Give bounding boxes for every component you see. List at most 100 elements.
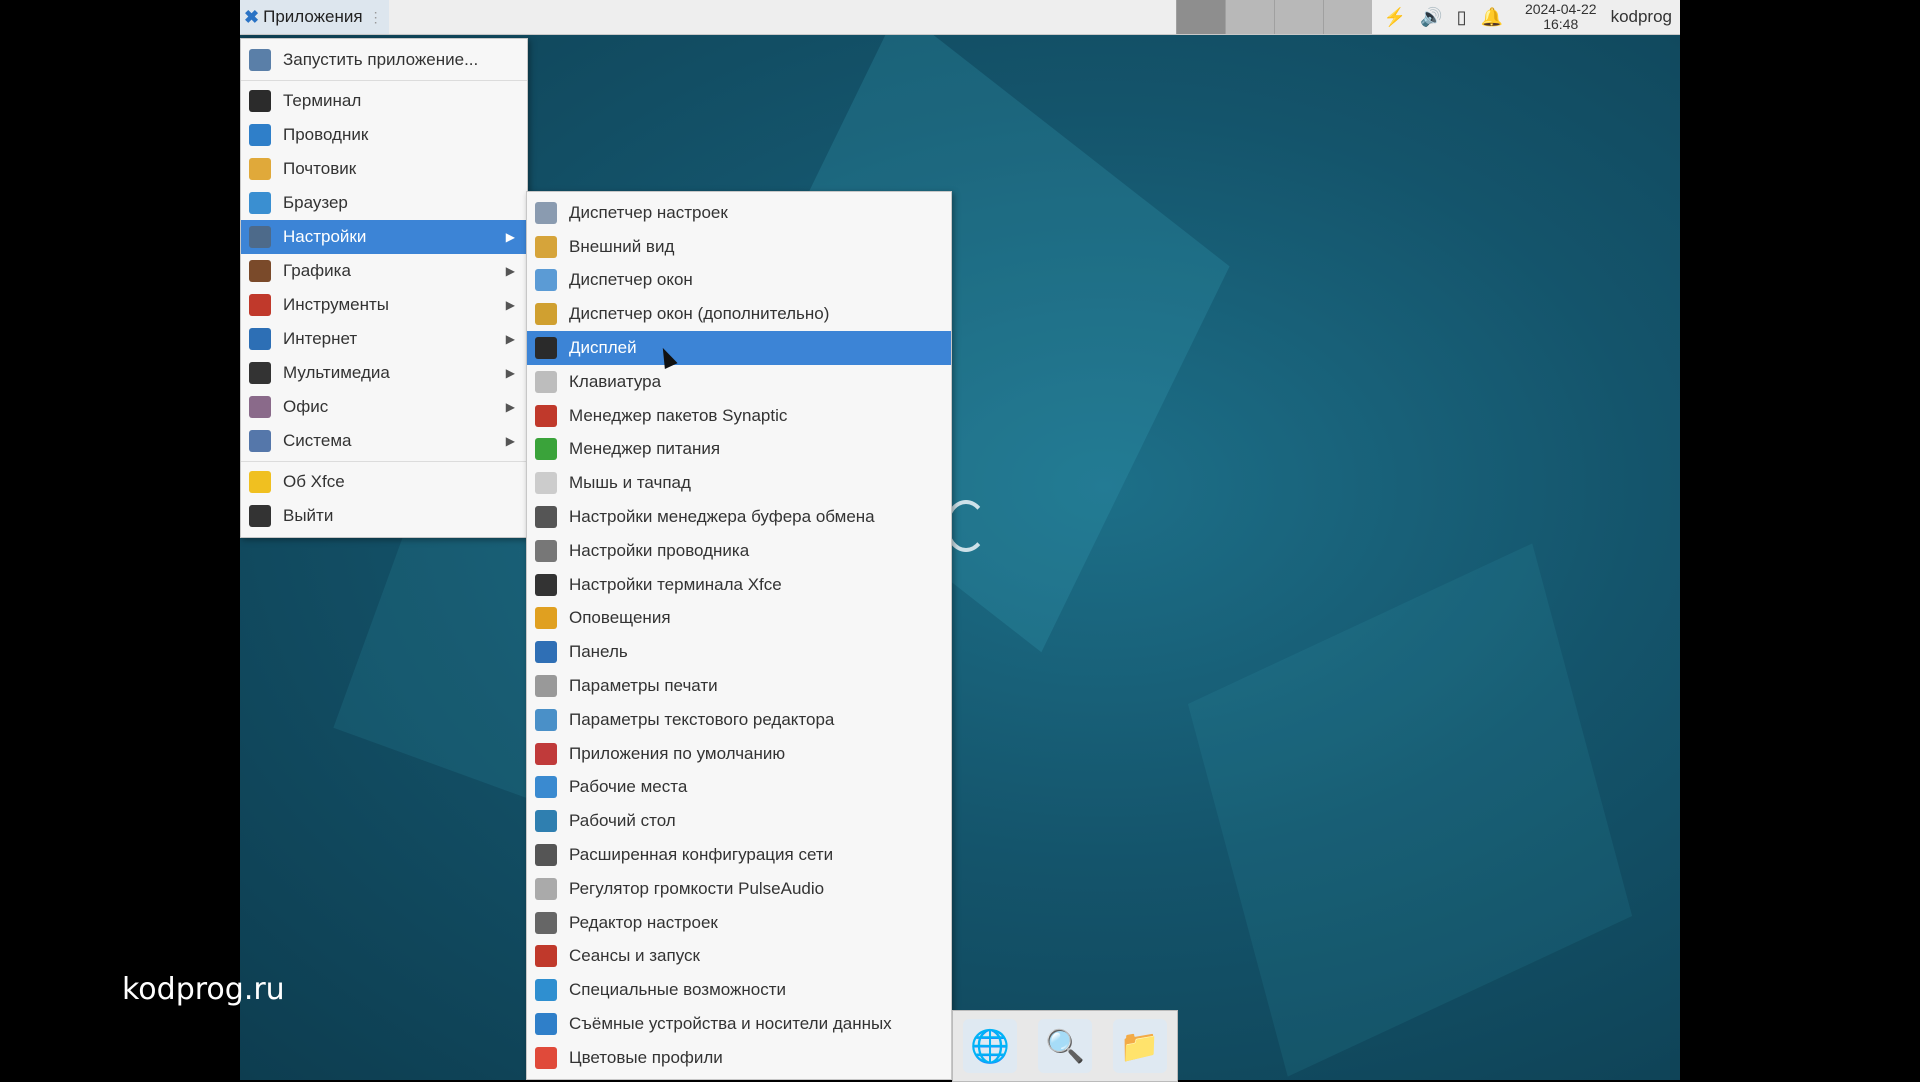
workspace-3[interactable] xyxy=(1273,0,1323,34)
submenu-arrow-icon: ▶ xyxy=(505,298,515,312)
sub-menu-item-label: Оповещения xyxy=(569,608,671,628)
submenu-arrow-icon: ▶ xyxy=(505,230,515,244)
notification-bell-icon[interactable]: 🔔 xyxy=(1481,7,1503,28)
main-menu-item[interactable]: Об Xfce xyxy=(241,465,527,499)
main-menu-item-label: Терминал xyxy=(283,91,362,110)
sub-menu-item[interactable]: Рабочие места xyxy=(527,771,951,805)
sub-menu-item-label: Внешний вид xyxy=(569,236,675,256)
sub-menu-item[interactable]: Регулятор громкости PulseAudio xyxy=(527,872,951,906)
sub-menu-item-label: Расширенная конфигурация сети xyxy=(569,845,834,865)
main-menu-item[interactable]: Проводник xyxy=(241,118,527,152)
main-menu-item[interactable]: Браузер xyxy=(241,186,527,220)
sub-menu-item[interactable]: Настройки менеджера буфера обмена xyxy=(527,500,951,534)
file-manager-launcher[interactable]: 📁 xyxy=(1112,1019,1167,1073)
applications-menu-button[interactable]: ✖ Приложения ⋮ xyxy=(240,0,389,34)
default-apps-icon xyxy=(535,742,557,765)
main-menu-item-label: Настройки xyxy=(283,227,367,246)
sub-menu-item[interactable]: Съёмные устройства и носители данных xyxy=(527,1007,951,1041)
clock-date: 2024-04-22 xyxy=(1524,1,1597,17)
main-menu-item-label: Графика xyxy=(283,261,351,280)
main-menu-item-label: Запустить приложение... xyxy=(283,50,479,69)
sub-menu-item-label: Дисплей xyxy=(569,338,637,358)
main-menu-item[interactable]: Система ▶ xyxy=(241,424,527,458)
magnifier-icon xyxy=(249,49,271,71)
terminal-settings-icon xyxy=(535,573,557,596)
sub-menu-item-label: Настройки проводника xyxy=(569,540,750,560)
sub-menu-item[interactable]: Настройки терминала Xfce xyxy=(527,568,951,602)
sub-menu-item-label: Диспетчер окон xyxy=(569,270,693,290)
panel-icon xyxy=(535,641,557,664)
appearance-icon xyxy=(535,235,557,258)
bell-icon xyxy=(535,607,557,630)
sub-menu-item-label: Диспетчер окон (дополнительно) xyxy=(569,304,830,324)
main-menu-item[interactable]: Инструменты ▶ xyxy=(241,288,527,322)
main-menu-item-label: Проводник xyxy=(283,125,369,144)
settings-editor-icon xyxy=(535,911,557,934)
battery-icon[interactable]: ▯ xyxy=(1457,7,1467,28)
main-menu-item[interactable]: Интернет ▶ xyxy=(241,322,527,356)
main-menu-item[interactable]: Почтовик xyxy=(241,152,527,186)
sub-menu-item[interactable]: Настройки проводника xyxy=(527,534,951,568)
volume-icon[interactable]: 🔊 xyxy=(1420,7,1442,28)
sub-menu-item[interactable]: Менеджер питания xyxy=(527,433,951,467)
sub-menu-item[interactable]: Диспетчер окон xyxy=(527,264,951,298)
brush-icon xyxy=(249,260,271,282)
workspace-1[interactable] xyxy=(1175,0,1225,34)
workspace-2[interactable] xyxy=(1224,0,1274,34)
sub-menu-item-label: Редактор настроек xyxy=(569,912,718,932)
main-menu-item[interactable]: Настройки ▶ xyxy=(241,220,527,254)
app-finder-launcher[interactable]: 🔍 xyxy=(1037,1019,1092,1073)
main-menu-item[interactable]: Терминал xyxy=(241,84,527,118)
main-menu-item[interactable]: Графика ▶ xyxy=(241,254,527,288)
network-icon[interactable]: ⚡ xyxy=(1384,7,1406,28)
multimedia-icon xyxy=(249,362,271,384)
sub-menu-item-label: Рабочие места xyxy=(569,777,688,797)
main-menu-item[interactable]: Офис ▶ xyxy=(241,390,527,424)
sub-menu-item[interactable]: Оповещения xyxy=(527,602,951,636)
network-config-icon xyxy=(535,844,557,867)
web-browser-launcher[interactable]: 🌐 xyxy=(963,1019,1018,1073)
sub-menu-item-label: Панель xyxy=(569,642,628,662)
sub-menu-item[interactable]: Расширенная конфигурация сети xyxy=(527,838,951,872)
rocket-icon xyxy=(535,945,557,968)
window-manager-tweaks-icon xyxy=(535,303,557,326)
sub-menu-item-label: Регулятор громкости PulseAudio xyxy=(569,878,825,898)
sub-menu-item[interactable]: Редактор настроек xyxy=(527,906,951,940)
synaptic-icon xyxy=(535,404,557,427)
main-menu-item[interactable]: Выйти xyxy=(241,499,527,533)
file-manager-settings-icon xyxy=(535,539,557,562)
sub-menu-item[interactable]: Диспетчер окон (дополнительно) xyxy=(527,297,951,331)
sub-menu-item[interactable]: Мышь и тачпад xyxy=(527,466,951,500)
sub-menu-item[interactable]: Панель xyxy=(527,635,951,669)
sub-menu-item[interactable]: Диспетчер настроек xyxy=(527,196,951,230)
sub-menu-item[interactable]: Внешний вид xyxy=(527,230,951,264)
sub-menu-item[interactable]: Менеджер пакетов Synaptic xyxy=(527,399,951,433)
removable-drive-icon xyxy=(535,1013,557,1036)
sub-menu-item[interactable]: Параметры текстового редактора xyxy=(527,703,951,737)
clock[interactable]: 2024-04-22 16:48 xyxy=(1515,2,1607,32)
sub-menu-item[interactable]: Дисплей xyxy=(527,331,951,365)
sub-menu-item-label: Рабочий стол xyxy=(569,811,676,831)
sub-menu-item[interactable]: Сеансы и запуск xyxy=(527,940,951,974)
clipboard-icon xyxy=(535,506,557,529)
watermark: kodprog.ru xyxy=(122,972,285,1007)
xfce-logo-icon: ✖ xyxy=(244,6,260,27)
sub-menu-item[interactable]: Параметры печати xyxy=(527,669,951,703)
settings-icon xyxy=(249,226,271,248)
main-menu-item[interactable]: Запустить приложение... xyxy=(241,43,527,77)
sub-menu-item-label: Сеансы и запуск xyxy=(569,946,700,966)
user-name[interactable]: kodprog xyxy=(1607,7,1680,27)
main-menu-item-label: Инструменты xyxy=(283,295,390,314)
workspace-4[interactable] xyxy=(1322,0,1372,34)
sub-menu-item[interactable]: Цветовые профили xyxy=(527,1041,951,1075)
main-menu-item[interactable]: Мультимедиа ▶ xyxy=(241,356,527,390)
applications-menu-label: Приложения xyxy=(263,7,363,26)
workspaces-icon xyxy=(535,776,557,799)
sub-menu-item-label: Параметры печати xyxy=(569,676,718,696)
sub-menu-item[interactable]: Рабочий стол xyxy=(527,804,951,838)
sub-menu-item-label: Менеджер пакетов Synaptic xyxy=(569,405,788,425)
sub-menu-item[interactable]: Клавиатура xyxy=(527,365,951,399)
sub-menu-item[interactable]: Приложения по умолчанию xyxy=(527,737,951,771)
sub-menu-item[interactable]: Специальные возможности xyxy=(527,973,951,1007)
wallpaper-shape xyxy=(1187,543,1633,1077)
